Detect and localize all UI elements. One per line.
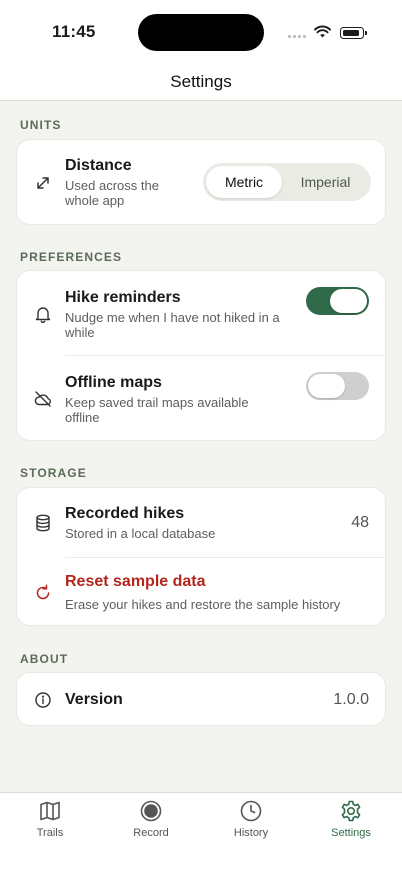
segment-metric[interactable]: Metric [206,166,282,198]
status-time: 11:45 [52,22,96,41]
toggle-knob [308,374,345,398]
record-icon [140,800,162,822]
version-title: Version [65,691,123,708]
reset-sample-data-subtitle: Erase your hikes and restore the sample … [65,597,341,612]
info-icon [33,690,53,710]
tab-record[interactable]: Record [111,799,191,839]
cloud-off-icon [33,389,53,409]
offline-maps-subtitle-line2: offline [65,410,100,425]
recorded-hikes-subtitle: Stored in a local database [65,526,216,541]
tab-settings-label: Settings [331,827,371,839]
hike-reminders-subtitle-line1: Nudge me when I have not hiked in a [65,310,280,325]
hike-reminders-subtitle-line2: while [65,325,95,340]
version-row: Version 1.0.0 [17,673,385,727]
offline-maps-row: Offline maps Keep saved trail maps avail… [17,356,385,441]
tab-bar: Trails Record History Settings [0,792,402,874]
version-value: 1.0.0 [333,691,369,708]
section-title-preferences: PREFERENCES [20,250,123,264]
distance-unit-segmented-control: Metric Imperial [203,163,371,201]
map-icon [40,801,60,821]
toggle-knob [330,289,367,313]
section-title-storage: STORAGE [20,466,87,480]
offline-maps-subtitle-line1: Keep saved trail maps available [65,395,249,410]
segment-imperial[interactable]: Imperial [283,166,368,198]
distance-subtitle-line1: Used across the [65,178,159,193]
distance-subtitle-line2: whole app [65,193,125,208]
tab-history[interactable]: History [211,799,291,839]
arrows-diagonal-icon [33,173,53,193]
navigation-bar: Settings [0,64,402,101]
tab-record-label: Record [133,827,169,839]
about-card: Version 1.0.0 [16,672,386,726]
tab-trails-label: Trails [36,827,64,839]
distance-row: Distance Used across the whole app Metri… [17,140,385,226]
hike-reminders-title: Hike reminders [65,289,181,306]
section-title-about: ABOUT [20,652,69,666]
reset-sample-data-button[interactable]: Reset sample data Erase your hikes and r… [17,558,385,626]
distance-title: Distance [65,157,132,174]
hike-reminders-row: Hike reminders Nudge me when I have not … [17,271,385,355]
refresh-icon [33,583,53,603]
offline-maps-title: Offline maps [65,374,162,391]
battery-icon [340,27,367,39]
wifi-icon [314,25,331,43]
page-title: Settings [170,72,232,91]
recorded-hikes-row: Recorded hikes Stored in a local databas… [17,488,385,557]
units-card: Distance Used across the whole app Metri… [16,139,386,225]
bell-icon [33,304,53,324]
recorded-hikes-title: Recorded hikes [65,505,185,522]
tab-settings[interactable]: Settings [311,799,391,839]
hike-reminders-toggle[interactable] [306,287,369,315]
tab-history-label: History [233,827,269,839]
storage-card: Recorded hikes Stored in a local databas… [16,487,386,626]
database-icon [33,513,53,533]
gear-icon [341,800,361,822]
dynamic-island [138,14,264,51]
offline-maps-toggle[interactable] [306,372,369,400]
reset-sample-data-title: Reset sample data [65,573,206,590]
status-bar: 11:45 [0,0,402,64]
preferences-card: Hike reminders Nudge me when I have not … [16,270,386,441]
recorded-hikes-count: 48 [351,514,369,531]
tab-trails[interactable]: Trails [10,799,90,839]
clock-icon [240,800,262,822]
signal-icon [288,35,308,53]
section-title-units: UNITS [20,118,62,132]
